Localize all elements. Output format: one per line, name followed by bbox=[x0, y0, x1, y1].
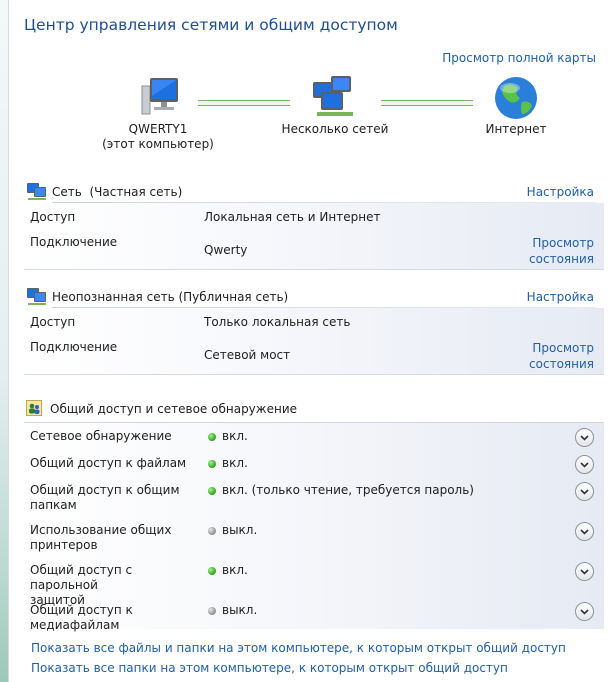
network2-configure-link[interactable]: Настройка bbox=[527, 290, 594, 304]
show-shared-folders-link[interactable]: Показать все папки на этом компьютере, к… bbox=[31, 661, 508, 675]
sharing-row-label: Общий доступ к файлам bbox=[30, 456, 187, 470]
network2-access-label: Доступ bbox=[30, 315, 76, 329]
network-icon bbox=[275, 74, 395, 122]
status-on-icon bbox=[208, 487, 216, 495]
sharing-row-status: вкл. bbox=[222, 563, 248, 577]
show-shared-files-link[interactable]: Показать все файлы и папки на этом компь… bbox=[31, 641, 566, 655]
network1-header: Сеть (Частная сеть) Настройка bbox=[24, 181, 596, 203]
chevron-down-icon[interactable] bbox=[575, 562, 594, 581]
network1-view-status-link[interactable]: Просмотр состояния bbox=[529, 235, 594, 267]
sharing-row-status: выкл. bbox=[222, 603, 258, 617]
network1-connection-value: Qwerty bbox=[204, 243, 248, 257]
network1-name: Сеть (Частная сеть) bbox=[52, 185, 183, 199]
sharing-row-label: Использование общих принтеров bbox=[30, 523, 172, 552]
sharing-panel: Сетевое обнаружение вкл. Общий доступ к … bbox=[24, 422, 604, 632]
status-off-icon bbox=[208, 527, 216, 535]
status-on-icon bbox=[208, 567, 216, 575]
sharing-row-label: Общий доступ к медиафайлам bbox=[30, 603, 133, 632]
network-small-icon bbox=[26, 286, 48, 309]
chevron-down-icon[interactable] bbox=[575, 455, 594, 474]
status-on-icon bbox=[208, 433, 216, 441]
chevron-down-icon[interactable] bbox=[575, 428, 594, 447]
chevron-down-icon[interactable] bbox=[575, 522, 594, 541]
network1-configure-link[interactable]: Настройка bbox=[527, 185, 594, 199]
internet-label: Интернет bbox=[485, 122, 547, 136]
network2-connection-label: Подключение bbox=[30, 340, 118, 354]
sharing-row-status: вкл. (только чтение, требуется пароль) bbox=[222, 483, 474, 497]
view-status-line1: Просмотр bbox=[532, 236, 594, 250]
sharing-row-status: выкл. bbox=[222, 523, 258, 537]
sharing-row-label: Сетевое обнаружение bbox=[30, 429, 172, 443]
view-status-line2: состояния bbox=[529, 357, 594, 371]
sharing-row-label: Общий доступ с парольной защитой bbox=[30, 563, 133, 607]
network-small-icon bbox=[26, 181, 48, 204]
full-map-link[interactable]: Просмотр полной карты bbox=[442, 51, 596, 65]
sharing-header: Общий доступ и сетевое обнаружение bbox=[24, 398, 596, 422]
sharing-row-label: Общий доступ к общим папкам bbox=[30, 483, 180, 512]
globe-icon bbox=[458, 74, 574, 122]
computer-name: QWERTY1 bbox=[128, 122, 188, 136]
map-networks-node[interactable]: Несколько сетей bbox=[275, 74, 395, 137]
networks-label: Несколько сетей bbox=[281, 122, 389, 136]
chevron-down-icon[interactable] bbox=[575, 602, 594, 621]
sharing-row-status: вкл. bbox=[222, 456, 248, 470]
network1-access-value: Локальная сеть и Интернет bbox=[204, 210, 381, 224]
status-off-icon bbox=[208, 607, 216, 615]
view-status-line1: Просмотр bbox=[532, 341, 594, 355]
network2-panel: Доступ Только локальная сеть Подключение… bbox=[24, 308, 604, 375]
network1-access-label: Доступ bbox=[30, 210, 76, 224]
chevron-down-icon[interactable] bbox=[575, 482, 594, 501]
computer-subtitle: (этот компьютер) bbox=[102, 137, 214, 151]
network2-connection-value: Сетевой мост bbox=[204, 348, 291, 362]
computer-icon bbox=[98, 74, 218, 122]
left-gradient-bar bbox=[0, 0, 9, 682]
map-computer-node[interactable]: QWERTY1 (этот компьютер) bbox=[98, 74, 218, 152]
network2-view-status-link[interactable]: Просмотр состояния bbox=[529, 340, 594, 372]
status-on-icon bbox=[208, 460, 216, 468]
view-status-line2: состояния bbox=[529, 252, 594, 266]
sharing-row-status: вкл. bbox=[222, 429, 248, 443]
sharing-icon bbox=[26, 400, 42, 419]
page-title: Центр управления сетями и общим доступом bbox=[24, 16, 398, 34]
network1-panel: Доступ Локальная сеть и Интернет Подключ… bbox=[24, 203, 604, 270]
network2-name: Неопознанная сеть (Публичная сеть) bbox=[52, 290, 289, 304]
map-internet-node[interactable]: Интернет bbox=[458, 74, 574, 137]
network2-header: Неопознанная сеть (Публичная сеть) Настр… bbox=[24, 286, 596, 308]
network1-connection-label: Подключение bbox=[30, 235, 118, 249]
sharing-title: Общий доступ и сетевое обнаружение bbox=[50, 402, 298, 416]
network2-access-value: Только локальная сеть bbox=[204, 315, 351, 329]
